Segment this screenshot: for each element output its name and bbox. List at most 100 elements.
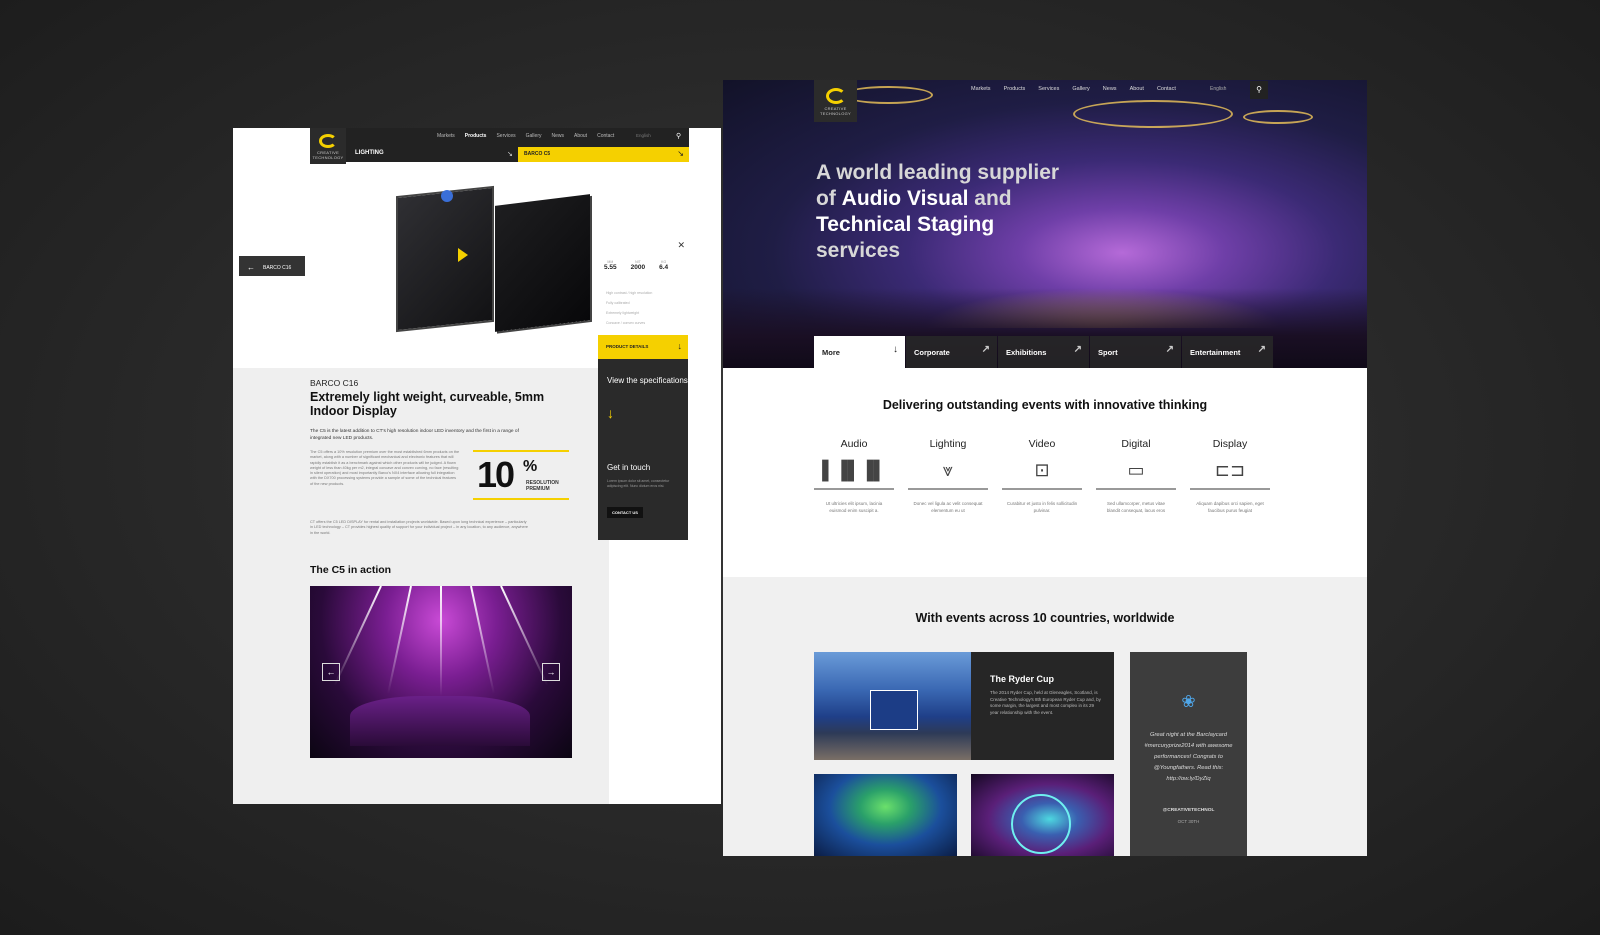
spec-feature: Concave / convex curves: [606, 321, 646, 325]
view-specs-link[interactable]: View the specifications: [607, 376, 688, 386]
screen-icon: ⊏⊐: [1214, 460, 1246, 480]
tab-corporate-label: Corporate: [914, 348, 950, 357]
category-name: Digital: [1121, 438, 1151, 450]
nav-about[interactable]: About: [1130, 86, 1144, 92]
gallery-prev-button[interactable]: ←: [322, 663, 340, 681]
arrow-down-icon[interactable]: ↓: [607, 405, 614, 421]
led-panel-back-image: [396, 185, 494, 333]
light-beam: [387, 586, 412, 694]
nav-news[interactable]: News: [551, 133, 564, 139]
hero-line-3: Technical Staging: [816, 212, 1116, 238]
hero-line-4: services: [816, 239, 901, 262]
tab-entertainment[interactable]: Entertainment ↗: [1182, 336, 1273, 368]
tab-sport[interactable]: Sport ↗: [1090, 336, 1181, 368]
product-page: CREATIVE TECHNOLOGY Markets Products Ser…: [233, 128, 721, 804]
nav-services[interactable]: Services: [1038, 86, 1059, 92]
tab-more-label: More: [822, 348, 840, 357]
nav-contact[interactable]: Contact: [597, 133, 614, 139]
spec-feature: High contrast / high resolution: [606, 291, 653, 295]
left-logo[interactable]: CREATIVE TECHNOLOGY: [310, 128, 346, 164]
category-desc: Donec vel ligula ac velit consequat elem…: [913, 501, 983, 513]
spec-weight-value: 6.4: [659, 264, 669, 271]
category-desc: Sed ullamcorper, metus vitae blandit con…: [1106, 501, 1166, 513]
led-panel-front-image: [495, 194, 590, 332]
nav-news[interactable]: News: [1103, 86, 1117, 92]
nav-markets[interactable]: Markets: [437, 133, 455, 139]
laptop-icon: ▭: [1127, 460, 1145, 480]
category-video[interactable]: Video ⊡ Curabitur et justo in felis soll…: [1002, 438, 1082, 514]
spec-feature: Fully calibrated: [606, 301, 630, 305]
tab-more[interactable]: More ↓: [814, 336, 905, 368]
light-beam: [440, 586, 442, 696]
search-icon[interactable]: ⚲: [1250, 81, 1268, 99]
hero-line-1: A world leading supplier: [816, 161, 1060, 184]
event-image[interactable]: [971, 774, 1114, 856]
nav-gallery[interactable]: Gallery: [1072, 86, 1089, 92]
logo-text: CREATIVE TECHNOLOGY: [819, 106, 851, 116]
event-image[interactable]: [814, 774, 957, 856]
search-icon[interactable]: ⚲: [676, 132, 681, 140]
nav-about[interactable]: About: [574, 133, 587, 139]
product-headline: Extremely light weight, curveable, 5mm I…: [310, 390, 545, 418]
tweet-handle[interactable]: @CREATIVETECHNOL: [1130, 808, 1247, 813]
stage-shape: [350, 696, 530, 746]
home-page: CREATIVE TECHNOLOGY Markets Products Ser…: [723, 80, 1367, 856]
nav-contact[interactable]: Contact: [1157, 86, 1176, 92]
spec-pitch-value: 5.55: [604, 264, 617, 271]
spec-weight: KG 6.4: [659, 260, 668, 271]
hero-line-2b: Audio Visual: [841, 187, 969, 210]
language-select[interactable]: English: [636, 133, 651, 138]
arrow-up-right-icon: ↗: [981, 344, 990, 355]
tab-entertainment-label: Entertainment: [1190, 348, 1241, 357]
hero-light-ring: [1243, 110, 1313, 124]
product-breadcrumb-label: BARCO C5: [524, 151, 551, 157]
hero-light-ring: [1073, 100, 1233, 128]
category-desc: Ut ultricies elit ipsum, lacinia euismod…: [825, 501, 883, 513]
get-in-touch-text: Lorem ipsum dolor sit amet, consectetur …: [607, 479, 670, 488]
home-nav-links: Markets Products Services Gallery News A…: [971, 86, 1176, 92]
nav-services[interactable]: Services: [496, 133, 515, 139]
product-breadcrumb[interactable]: BARCO C5 ↘: [518, 147, 689, 162]
home-logo[interactable]: CREATIVE TECHNOLOGY: [814, 80, 857, 122]
category-divider: [908, 488, 988, 490]
product-body-2: CT offers the C5 LED DISPLAY for rental …: [310, 520, 528, 535]
category-breadcrumb[interactable]: LIGHTING: [355, 150, 384, 156]
premium-unit: %: [523, 458, 538, 475]
category-divider: [1190, 488, 1270, 490]
ryder-cup-card[interactable]: The Ryder Cup The 2014 Ryder Cup, held a…: [971, 652, 1114, 760]
previous-product-button[interactable]: ← BARCO C16: [239, 256, 305, 276]
tab-exhibitions[interactable]: Exhibitions ↗: [998, 336, 1089, 368]
stage-light-icon: ⩔: [942, 460, 954, 480]
light-beam: [333, 586, 382, 687]
product-details-button[interactable]: PRODUCT DETAILS ↓: [598, 335, 688, 359]
category-desc: Curabitur et justo in felis sollicitudin…: [1006, 501, 1078, 513]
sidebar-actions: View the specifications ↓ Get in touch L…: [598, 359, 688, 540]
spec-values: MM 5.55 NIT 2000 KG 6.4: [604, 260, 668, 271]
tweet-text: Great night at the Barclaycard #mercuryp…: [1144, 732, 1233, 782]
tab-corporate[interactable]: Corporate ↗: [906, 336, 997, 368]
category-lighting[interactable]: Lighting ⩔ Donec vel ligula ac velit con…: [908, 438, 988, 514]
contact-us-button[interactable]: CONTACT US: [607, 507, 643, 518]
hero-line-3-text: Technical Staging: [816, 213, 995, 236]
ryder-cup-title: The Ryder Cup: [990, 674, 1055, 684]
market-tabs: More ↓ Corporate ↗ Exhibitions ↗ Sport ↗ Ent…: [814, 336, 1274, 368]
category-display[interactable]: Display ⊏⊐ Aliquam dapibus orci sapien, …: [1190, 438, 1270, 514]
category-audio[interactable]: Audio ▌▐▌▐▌ Ut ultricies elit ipsum, lac…: [814, 438, 894, 514]
tab-exhibitions-label: Exhibitions: [1006, 348, 1047, 357]
twitter-card[interactable]: ❀ Great night at the Barclaycard #mercur…: [1130, 652, 1247, 856]
ryder-cup-image[interactable]: [814, 652, 971, 760]
left-nav-links: Markets Products Services Gallery News A…: [437, 133, 614, 139]
category-divider: [1002, 488, 1082, 490]
nav-products[interactable]: Products: [465, 133, 487, 139]
nav-gallery[interactable]: Gallery: [526, 133, 542, 139]
nav-products[interactable]: Products: [1004, 86, 1026, 92]
nav-markets[interactable]: Markets: [971, 86, 991, 92]
logo-mark-icon: [319, 134, 337, 148]
category-arrow-icon[interactable]: ↘: [507, 150, 513, 158]
twitter-icon: ❀: [1181, 692, 1196, 711]
gallery-next-button[interactable]: →: [542, 663, 560, 681]
category-digital[interactable]: Digital ▭ Sed ullamcorper, metus vitae b…: [1096, 438, 1176, 514]
language-select[interactable]: English: [1210, 86, 1226, 92]
close-icon[interactable]: ✕: [677, 240, 685, 251]
camera-icon: ⊡: [1034, 460, 1050, 480]
